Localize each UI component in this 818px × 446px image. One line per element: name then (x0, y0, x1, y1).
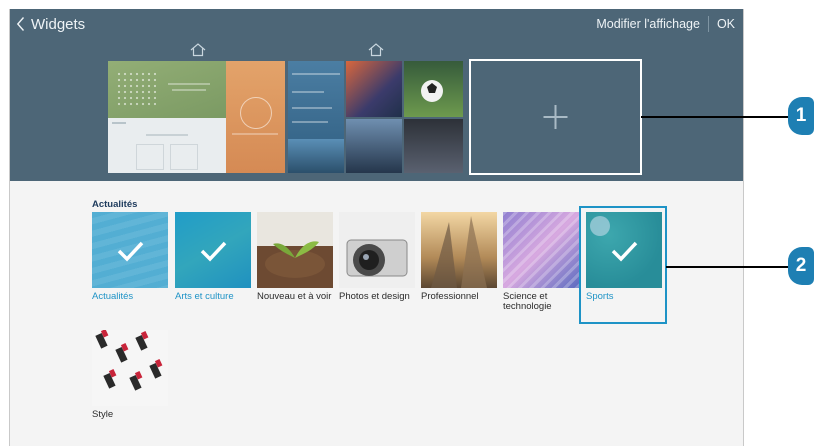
checkmark-icon (200, 241, 227, 262)
pages-panel: Widgets Modifier l'affichage OK (10, 9, 743, 181)
category-thumbnail (503, 212, 579, 288)
category-tile-photos-et-design[interactable]: Photos et design (339, 212, 419, 322)
magazine-tile-preview (346, 119, 402, 173)
category-thumbnail (586, 212, 662, 288)
category-tile-arts-et-culture[interactable]: Arts et culture (175, 212, 255, 312)
category-label: Sports (586, 291, 614, 302)
home-page-preview-2[interactable] (288, 61, 463, 173)
category-tile-style[interactable]: Style (92, 330, 172, 430)
header-actions: Modifier l'affichage OK (588, 9, 743, 39)
checkmark-icon (117, 241, 144, 262)
category-thumbnail (339, 212, 415, 288)
widget-categories-panel: Actualités Actualités Arts et culture No… (10, 181, 743, 446)
home-pages-strip (10, 39, 743, 181)
plus-icon (543, 105, 568, 129)
calendar-widget-preview (108, 61, 226, 118)
category-tile-actualites[interactable]: Actualités (92, 212, 172, 312)
category-tile-nouveau-et-a-voir[interactable]: Nouveau et à voir (257, 212, 337, 322)
category-thumbnail (257, 212, 333, 288)
home-page-preview-1[interactable] (108, 61, 285, 173)
edit-view-button[interactable]: Modifier l'affichage (588, 17, 708, 31)
category-label: Photos et design (339, 291, 410, 302)
magazine-tile-preview (404, 119, 463, 173)
category-tile-science-et-technologie[interactable]: Science et technologie (503, 212, 583, 322)
section-title: Actualités (92, 199, 138, 210)
chevron-left-icon (16, 17, 25, 31)
weather-widget-preview (288, 61, 344, 173)
category-label: Nouveau et à voir (257, 291, 332, 302)
category-label: Professionnel (421, 291, 479, 302)
category-tile-professionnel[interactable]: Professionnel (421, 212, 501, 312)
magazine-tile-preview (404, 61, 463, 117)
category-label: Arts et culture (175, 291, 234, 302)
home-outline-icon (368, 43, 384, 57)
callout-badge: 1 (788, 97, 814, 135)
memo-widget-preview (108, 118, 226, 173)
category-thumbnail (92, 212, 168, 288)
email-widget-preview (226, 61, 285, 173)
checkmark-icon (611, 241, 638, 262)
page-title: Widgets (31, 15, 86, 33)
category-tile-sports[interactable]: Sports (586, 212, 666, 312)
back-button[interactable]: Widgets (10, 9, 85, 39)
category-label: Style (92, 409, 114, 420)
tablet-screen: Widgets Modifier l'affichage OK Actualit… (9, 9, 744, 446)
magazine-tile-preview (346, 61, 402, 117)
category-thumbnail (92, 330, 168, 406)
action-bar: Widgets Modifier l'affichage OK (10, 9, 743, 39)
add-page-button[interactable] (469, 59, 642, 175)
category-label: Actualités (92, 291, 134, 302)
callout-badge: 2 (788, 247, 814, 285)
category-thumbnail (175, 212, 251, 288)
ok-button[interactable]: OK (709, 17, 743, 31)
home-outline-icon (190, 43, 206, 57)
callout-leader-line (641, 116, 789, 118)
category-thumbnail (421, 212, 497, 288)
category-label: Science et technologie (503, 291, 552, 312)
callout-leader-line (666, 266, 789, 268)
